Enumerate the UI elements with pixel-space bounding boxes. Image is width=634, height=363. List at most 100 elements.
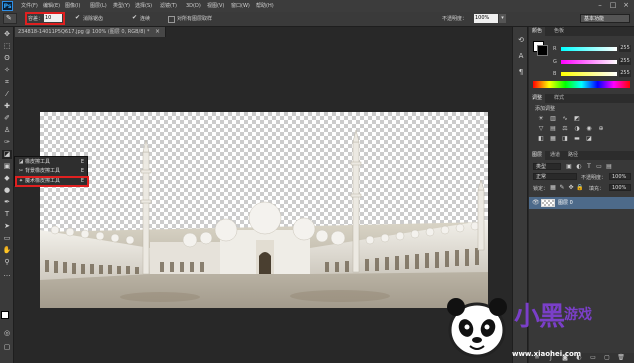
layer-row[interactable]: 👁 图层 0 — [529, 197, 634, 209]
menu-3d[interactable]: 3D(D) — [186, 1, 201, 11]
menu-window[interactable]: 窗口(W) — [231, 1, 250, 11]
tolerance-input[interactable]: 10 — [44, 14, 62, 22]
close-window-button[interactable]: × — [621, 1, 631, 10]
quick-mask-icon[interactable]: ◎ — [2, 329, 12, 338]
type-filter-icon[interactable]: T — [585, 163, 593, 170]
eraser-tool-icon[interactable]: ◪ — [2, 150, 12, 159]
workspace-select[interactable]: 基本功能 — [580, 14, 630, 23]
fill-input[interactable]: 100% — [609, 184, 631, 191]
menu-image[interactable]: 图像(I) — [65, 1, 80, 11]
vibrance-icon[interactable]: ▽ — [537, 125, 545, 132]
close-icon[interactable]: × — [155, 27, 160, 37]
blend-mode-select[interactable]: 正常 — [533, 173, 577, 180]
lock-image-icon[interactable]: ✎ — [558, 184, 566, 191]
black-white-icon[interactable]: ◑ — [573, 125, 581, 132]
adjustment-filter-icon[interactable]: ◐ — [575, 163, 583, 170]
channel-mixer-icon[interactable]: ⊕ — [597, 125, 605, 132]
gradient-map-icon[interactable]: ▬ — [573, 135, 581, 142]
move-tool-icon[interactable]: ✥ — [2, 30, 12, 39]
flyout-item-eraser[interactable]: ◪ 橡皮擦工具 E — [17, 158, 87, 167]
curves-icon[interactable]: ∿ — [561, 115, 569, 122]
paragraph-icon[interactable]: ¶ — [516, 67, 526, 77]
blue-value[interactable]: 255 — [619, 70, 631, 77]
selective-color-icon[interactable]: ◪ — [585, 135, 593, 142]
history-icon[interactable]: ⟲ — [516, 35, 526, 45]
levels-icon[interactable]: ▥ — [549, 115, 557, 122]
foreground-color-swatch[interactable] — [1, 311, 9, 319]
blue-slider[interactable]: B 255 — [533, 70, 631, 78]
type-tool-icon[interactable]: T — [2, 210, 12, 219]
green-value[interactable]: 255 — [619, 58, 631, 65]
maximize-button[interactable]: □ — [608, 1, 618, 10]
document-tab[interactable]: 234818-14011P5Q617.jpg @ 100% (图层 0, RGB… — [15, 27, 166, 37]
layer-name[interactable]: 图层 0 — [558, 199, 573, 207]
opacity-input[interactable]: 100% — [474, 14, 498, 23]
sample-all-checkbox[interactable] — [168, 16, 175, 23]
shape-tool-icon[interactable]: ▭ — [2, 234, 12, 243]
chevron-down-icon[interactable]: ▾ — [499, 14, 506, 23]
red-track[interactable] — [561, 47, 617, 51]
hue-saturation-icon[interactable]: ▤ — [549, 125, 557, 132]
green-slider[interactable]: G 255 — [533, 58, 631, 66]
smart-filter-icon[interactable]: ▤ — [605, 163, 613, 170]
dodge-tool-icon[interactable]: ● — [2, 186, 12, 195]
blur-tool-icon[interactable]: ◆ — [2, 174, 12, 183]
exposure-icon[interactable]: ◩ — [573, 115, 581, 122]
menu-layer[interactable]: 图层(L) — [90, 1, 107, 11]
tab-styles[interactable]: 样式 — [551, 94, 567, 103]
zoom-tool-icon[interactable]: ⚲ — [2, 258, 12, 267]
healing-tool-icon[interactable]: ✚ — [2, 102, 12, 111]
tab-color[interactable]: 颜色 — [529, 27, 546, 36]
quick-select-tool-icon[interactable]: ✧ — [2, 66, 12, 75]
clone-stamp-tool-icon[interactable]: ♙ — [2, 126, 12, 135]
tab-layers[interactable]: 图层 — [529, 151, 546, 160]
menu-filter[interactable]: 滤镜(T) — [160, 1, 177, 11]
tab-swatches[interactable]: 色板 — [551, 27, 567, 36]
menu-file[interactable]: 文件(F) — [21, 1, 38, 11]
crop-tool-icon[interactable]: ⌗ — [2, 78, 12, 87]
more-tools-icon[interactable]: … — [2, 270, 12, 279]
lock-all-icon[interactable]: 🔒 — [576, 184, 584, 191]
character-icon[interactable]: A — [516, 51, 526, 61]
photo-filter-icon[interactable]: ◉ — [585, 125, 593, 132]
color-spectrum[interactable] — [533, 81, 630, 88]
history-brush-tool-icon[interactable]: ✑ — [2, 138, 12, 147]
tab-channels[interactable]: 通道 — [547, 151, 563, 160]
menu-type[interactable]: 类型(Y) — [113, 1, 130, 11]
shape-filter-icon[interactable]: ▭ — [595, 163, 603, 170]
menu-view[interactable]: 视图(V) — [207, 1, 224, 11]
marquee-tool-icon[interactable]: ⬚ — [2, 42, 12, 51]
layer-opacity-input[interactable]: 100% — [609, 173, 631, 180]
posterize-icon[interactable]: ▦ — [549, 135, 557, 142]
flyout-item-background-eraser[interactable]: ✂ 背景橡皮擦工具 E — [17, 167, 87, 176]
image-canvas[interactable] — [40, 112, 488, 308]
color-swatches[interactable] — [1, 311, 13, 323]
color-balance-icon[interactable]: ⚖ — [561, 125, 569, 132]
screen-mode-icon[interactable]: ▢ — [2, 343, 12, 352]
menu-edit[interactable]: 编辑(E) — [43, 1, 60, 11]
path-select-tool-icon[interactable]: ➤ — [2, 222, 12, 231]
lock-position-icon[interactable]: ✥ — [567, 184, 575, 191]
gradient-tool-icon[interactable]: ▣ — [2, 162, 12, 171]
eye-icon[interactable]: 👁 — [532, 199, 540, 207]
tab-paths[interactable]: 路径 — [565, 151, 581, 160]
invert-icon[interactable]: ◧ — [537, 135, 545, 142]
brightness-icon[interactable]: ☀ — [537, 115, 545, 122]
lock-transparent-icon[interactable]: ▦ — [549, 184, 557, 191]
brush-tool-icon[interactable]: ✐ — [2, 114, 12, 123]
pixel-filter-icon[interactable]: ▣ — [565, 163, 573, 170]
pen-tool-icon[interactable]: ✒ — [2, 198, 12, 207]
red-slider[interactable]: R 255 — [533, 45, 631, 53]
contiguous-checkbox[interactable]: ✔ — [132, 15, 138, 21]
green-track[interactable] — [561, 60, 617, 64]
layer-kind-filter[interactable]: 类型 — [533, 163, 561, 170]
tab-adjustments[interactable]: 调整 — [529, 94, 546, 103]
menu-select[interactable]: 选择(S) — [135, 1, 152, 11]
antialias-checkbox[interactable]: ✔ — [75, 15, 81, 21]
menu-help[interactable]: 帮助(H) — [256, 1, 274, 11]
minimize-button[interactable]: – — [595, 1, 605, 10]
hand-tool-icon[interactable]: ✋ — [2, 246, 12, 255]
tool-preset-picker[interactable]: ✎ — [3, 13, 17, 24]
blue-track[interactable] — [561, 72, 617, 76]
threshold-icon[interactable]: ◨ — [561, 135, 569, 142]
